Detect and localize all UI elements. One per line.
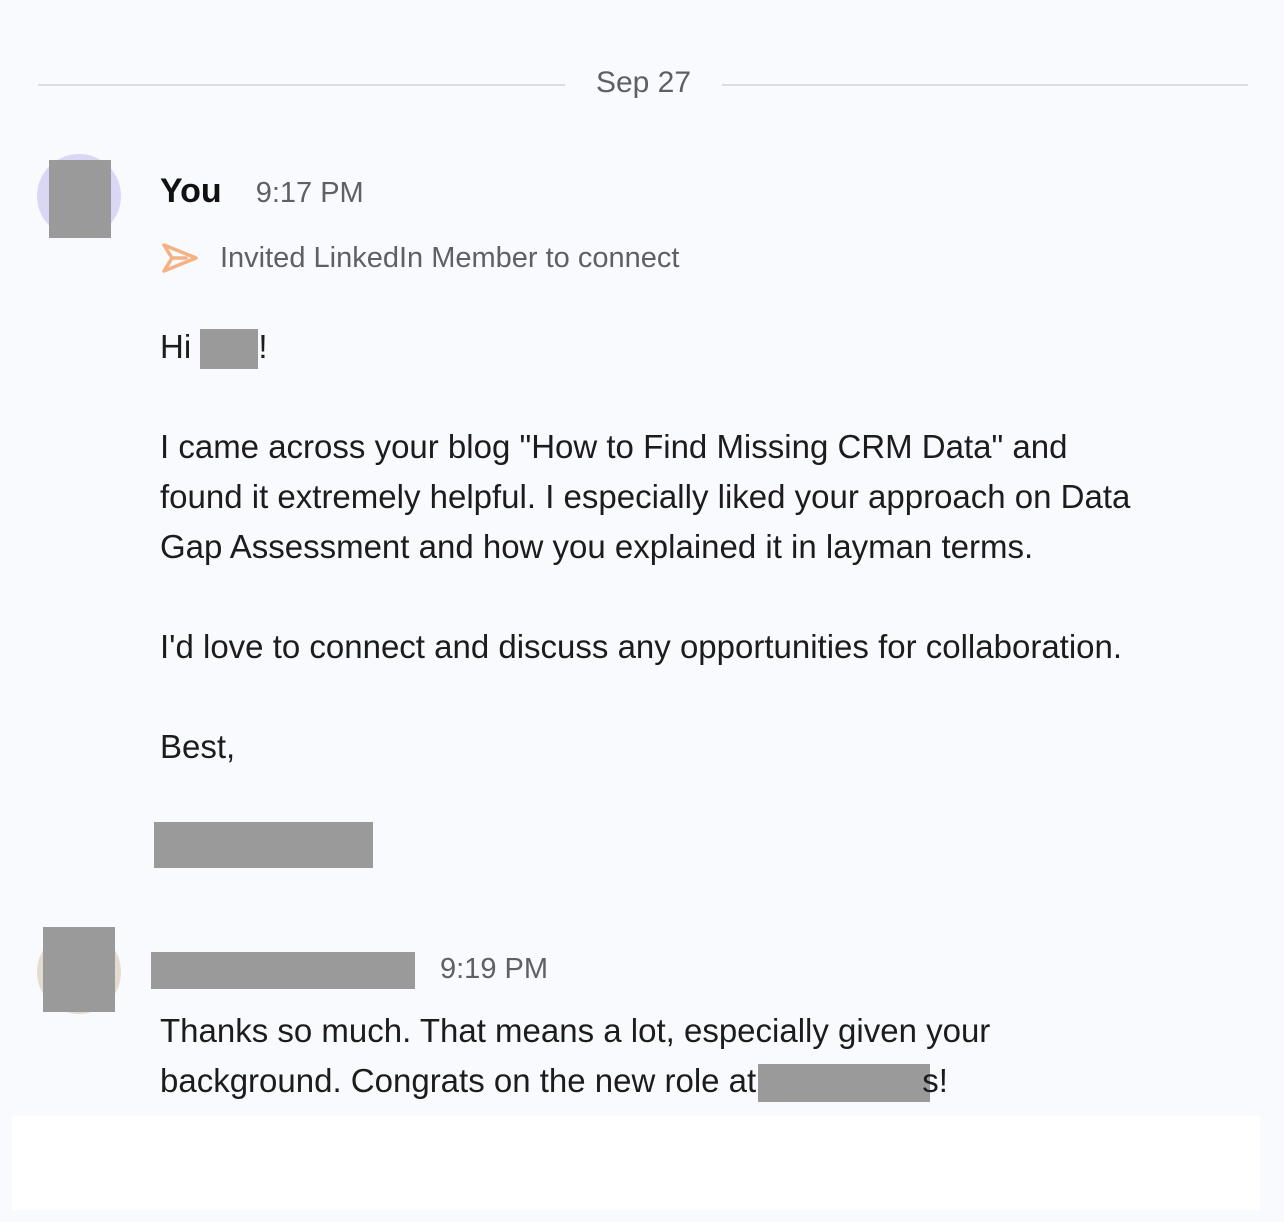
avatar-self[interactable] <box>37 154 121 238</box>
reply-line: Thanks so much. That means a lot, especi… <box>160 1012 991 1049</box>
sender-name[interactable]: You <box>160 172 222 211</box>
avatar-contact[interactable] <box>37 927 121 1014</box>
divider-line-right <box>722 84 1248 86</box>
message-composer-area[interactable] <box>12 1116 1260 1210</box>
message-paragraph: I came across your blog "How to Find Mis… <box>160 422 1130 572</box>
greeting-end: ! <box>258 328 268 365</box>
message-time: 9:17 PM <box>255 177 364 209</box>
reply-line: background. Congrats on the new role at s… <box>160 1056 990 1106</box>
avatar-redaction <box>43 927 115 1012</box>
message-thread: Sep 27 You 9:17 PM Invited LinkedIn Memb… <box>0 0 1284 1222</box>
paragraph-line: found it extremely helpful. I especially… <box>160 478 1131 515</box>
redacted-company <box>758 1064 931 1103</box>
divider-line-left <box>38 84 565 86</box>
greeting-start: Hi <box>160 328 201 365</box>
message-reply: Thanks so much. That means a lot, especi… <box>160 1006 990 1106</box>
message-paragraph: I'd love to connect and discuss any oppo… <box>160 628 1123 665</box>
message-header: You 9:17 PM <box>160 172 364 211</box>
redacted-signature <box>154 822 373 868</box>
paragraph-line: I came across your blog "How to Find Mis… <box>160 428 1068 465</box>
message-signoff: Best, <box>160 728 236 765</box>
date-label: Sep 27 <box>595 66 692 99</box>
redacted-sender-name[interactable] <box>151 952 415 989</box>
invite-text: Invited LinkedIn Member to connect <box>220 241 680 274</box>
reply-line-start: background. Congrats on the new role at <box>160 1062 757 1099</box>
message-greeting: Hi ! <box>160 322 268 372</box>
message-time: 9:19 PM <box>440 953 548 985</box>
send-icon <box>162 243 198 273</box>
paragraph-line: Gap Assessment and how you explained it … <box>160 528 1034 565</box>
avatar-redaction <box>49 160 111 238</box>
redacted-name <box>200 329 259 370</box>
invite-event: Invited LinkedIn Member to connect <box>160 240 679 276</box>
date-divider: Sep 27 <box>38 62 1248 108</box>
reply-line-end: s! <box>922 1062 948 1099</box>
